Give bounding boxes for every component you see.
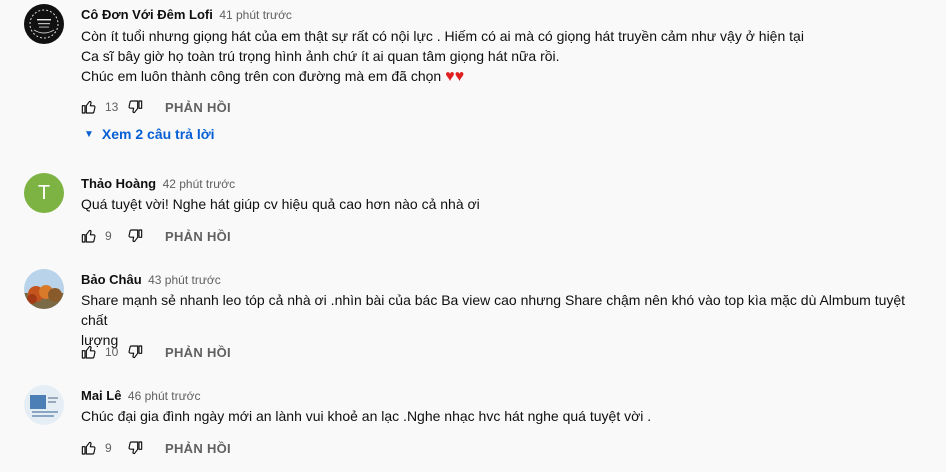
comment-thread: T Thảo Hoàng 42 phút trước Quá tuyệt vời…: [0, 170, 946, 260]
reply-button[interactable]: PHẢN HỒI: [165, 345, 231, 360]
avatar-image: [24, 4, 64, 44]
comment-actions: 9 PHẢN HỒI: [81, 224, 231, 248]
comment-line: Còn ít tuổi nhưng giọng hát của em thật …: [81, 28, 804, 44]
avatar[interactable]: [24, 385, 64, 425]
comment-time[interactable]: 42 phút trước: [163, 177, 236, 191]
comment-text: Còn ít tuổi nhưng giọng hát của em thật …: [81, 26, 931, 87]
avatar-letter: T: [37, 181, 51, 204]
comment-actions: 13 PHẢN HỒI: [81, 95, 231, 119]
comment-header: Mai Lê 46 phút trước: [81, 387, 201, 405]
comment-thread: Cô Đơn Với Đêm Lofi 41 phút trước Còn ít…: [0, 0, 946, 160]
comment-line: Quá tuyệt vời! Nghe hát giúp cv hiệu quả…: [81, 196, 480, 212]
author-name[interactable]: Bảo Châu: [81, 272, 142, 287]
comment-actions: 9 PHẢN HỒI: [81, 436, 231, 460]
view-replies-button[interactable]: ▼ Xem 2 câu trả lời: [84, 126, 215, 142]
like-count: 9: [105, 441, 112, 455]
avatar-image: [24, 269, 64, 309]
like-count: 13: [105, 100, 119, 114]
like-count: 9: [105, 229, 112, 243]
thumbs-down-icon[interactable]: [127, 344, 143, 360]
author-name[interactable]: Cô Đơn Với Đêm Lofi: [81, 7, 213, 22]
thumbs-down-icon[interactable]: [127, 440, 143, 456]
comment-time[interactable]: 46 phút trước: [128, 389, 201, 403]
avatar[interactable]: [24, 269, 64, 309]
comment-actions: 10 PHẢN HỒI: [81, 340, 231, 364]
comment-header: Thảo Hoàng 42 phút trước: [81, 175, 235, 193]
thumbs-down-icon[interactable]: [127, 99, 143, 115]
like-count: 10: [105, 345, 119, 359]
avatar-image: [24, 385, 64, 425]
thumbs-up-icon[interactable]: [81, 99, 97, 115]
heart-emoji: ♥♥: [445, 68, 465, 85]
comment-line-text: Chúc em luôn thành công trên con đường m…: [81, 68, 442, 84]
comment-text: Chúc đại gia đình ngày mới an lành vui k…: [81, 406, 931, 426]
reply-button[interactable]: PHẢN HỒI: [165, 229, 231, 244]
avatar[interactable]: [24, 4, 64, 44]
caret-down-icon: ▼: [84, 128, 94, 140]
comment-header: Bảo Châu 43 phút trước: [81, 271, 221, 289]
avatar[interactable]: T: [24, 173, 64, 213]
comment-line: Share mạnh sẻ nhanh leo tóp cả nhà ơi .n…: [81, 292, 906, 328]
comment-time[interactable]: 41 phút trước: [219, 8, 292, 22]
view-replies-label: Xem 2 câu trả lời: [101, 126, 215, 142]
thumbs-up-icon[interactable]: [81, 440, 97, 456]
author-name[interactable]: Thảo Hoàng: [81, 176, 156, 191]
reply-button[interactable]: PHẢN HỒI: [165, 441, 231, 456]
comment-thread: Mai Lê 46 phút trước Chúc đại gia đình n…: [0, 382, 946, 472]
comment-line: Chúc đại gia đình ngày mới an lành vui k…: [81, 408, 652, 424]
comment-header: Cô Đơn Với Đêm Lofi 41 phút trước: [81, 6, 292, 24]
comments-section: Cô Đơn Với Đêm Lofi 41 phút trước Còn ít…: [0, 0, 946, 472]
comment-time[interactable]: 43 phút trước: [148, 273, 221, 287]
comment-text: Quá tuyệt vời! Nghe hát giúp cv hiệu quả…: [81, 194, 931, 214]
comment-line: Chúc em luôn thành công trên con đường m…: [81, 66, 931, 87]
comment-line: Ca sĩ bây giờ họ toàn trú trọng hình ảnh…: [81, 48, 560, 64]
thumbs-up-icon[interactable]: [81, 228, 97, 244]
comment-thread: Bảo Châu 43 phút trước Share mạnh sẻ nha…: [0, 266, 946, 372]
reply-button[interactable]: PHẢN HỒI: [165, 100, 231, 115]
author-name[interactable]: Mai Lê: [81, 388, 121, 403]
thumbs-down-icon[interactable]: [127, 228, 143, 244]
thumbs-up-icon[interactable]: [81, 344, 97, 360]
